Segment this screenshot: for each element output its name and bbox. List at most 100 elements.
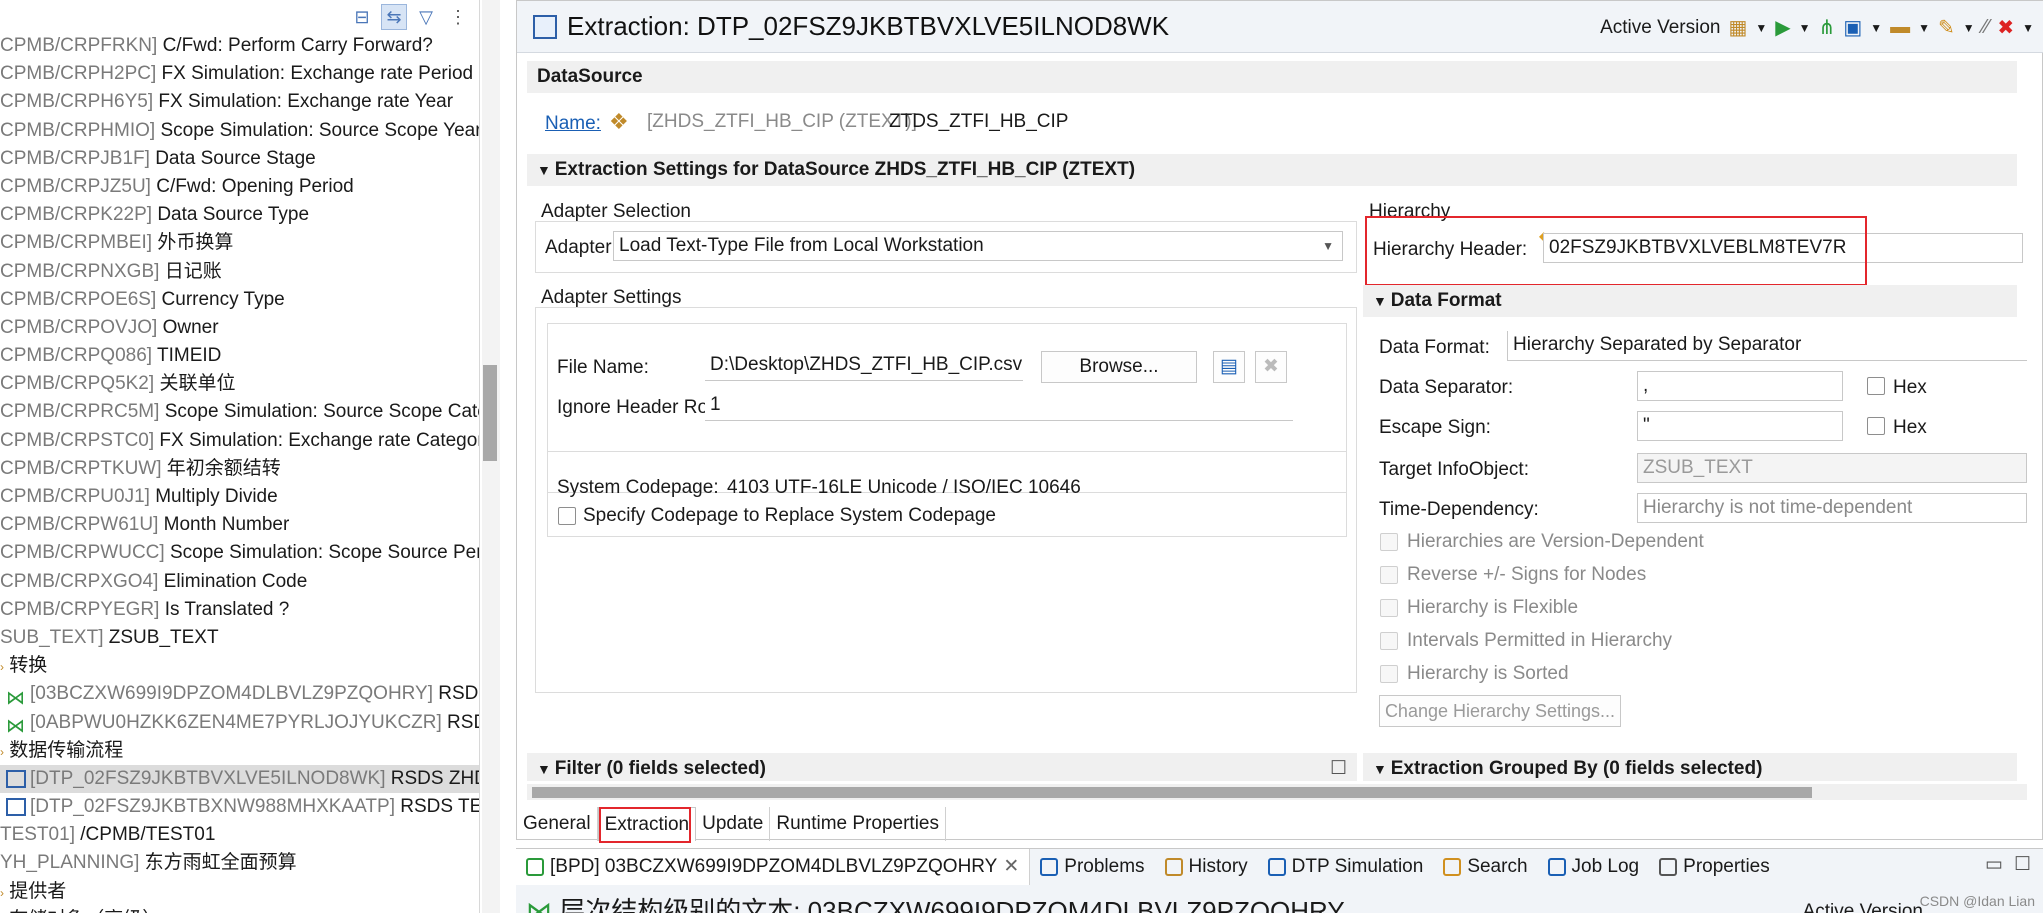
- grouped-by-title: Extraction Grouped By (0 fields selected…: [1390, 758, 1763, 779]
- data-format-input[interactable]: Hierarchy Separated by Separator: [1507, 331, 2027, 361]
- bottom-tab-simulation[interactable]: DTP Simulation: [1258, 849, 1434, 885]
- tree-item[interactable]: CPMB/CRPRC5M] Scope Simulation: Source S…: [0, 398, 479, 426]
- file-detail-icon[interactable]: ▤: [1213, 351, 1245, 383]
- bottom-tab-history[interactable]: History: [1155, 849, 1258, 885]
- tree-scrollbar[interactable]: [482, 0, 500, 913]
- escape-hex-checkbox[interactable]: [1867, 417, 1885, 435]
- editor-toolbar: Active Version ▦ ▼ ▶ ▼ ⋔ ▣ ▼ ▬ ▼ ✎ ▼ ⁄⁄ ✖ ▼: [1600, 15, 2034, 40]
- clear-icon[interactable]: ✖: [1255, 351, 1287, 383]
- tree-item-label: Multiply Divide: [155, 486, 278, 507]
- ignore-header-input[interactable]: 1: [705, 391, 1293, 421]
- tree-item[interactable]: ⋈[0ABPWU0HZKK6ZEN4ME7PYRLJOJYUKCZR] RSDS…: [0, 709, 479, 737]
- bottom-tab-search[interactable]: Search: [1433, 849, 1537, 885]
- file-name-input[interactable]: D:\Desktop\ZHDS_ZTFI_HB_CIP.csv: [705, 351, 1023, 381]
- intervals-label: Intervals Permitted in Hierarchy: [1407, 630, 1673, 651]
- watermark: CSDN @Idan Lian: [1919, 893, 2035, 909]
- delete-icon[interactable]: ✖: [1997, 15, 2014, 40]
- version-icon[interactable]: ▦: [1728, 15, 1747, 40]
- tree-item-key: CPMB/CRPTKUW]: [0, 457, 162, 479]
- data-separator-input[interactable]: ,: [1637, 371, 1843, 401]
- tree-item[interactable]: CPMB/CRPH6Y5] FX Simulation: Exchange ra…: [0, 88, 479, 116]
- specify-codepage-checkbox[interactable]: [558, 507, 576, 525]
- wrench-icon[interactable]: ✎: [1938, 15, 1955, 40]
- datasource-name-link[interactable]: Name:: [545, 113, 601, 135]
- collapse-all-icon[interactable]: ⊟: [349, 4, 375, 30]
- tree-item[interactable]: YH_PLANNING] 东方雨虹全面预算: [0, 849, 479, 877]
- monitor-icon[interactable]: ▣: [1843, 15, 1862, 40]
- maximize-icon[interactable]: ☐: [1330, 753, 1347, 781]
- tree-item[interactable]: [DTP_02FSZ9JKBTBXNW988MHXKAATP] RSDS TEX…: [0, 793, 479, 821]
- tree-item-key: CPMB/CRPOVJO]: [0, 316, 158, 338]
- tree-item[interactable]: CPMB/CRPJB1F] Data Source Stage: [0, 145, 479, 173]
- link-editor-icon[interactable]: ⇆: [381, 4, 407, 30]
- tree-item[interactable]: CPMB/CRPQ5K2] 关联单位: [0, 370, 479, 398]
- execute-icon[interactable]: ▶: [1775, 15, 1790, 40]
- tree-item[interactable]: CPMB/CRPOE6S] Currency Type: [0, 286, 479, 314]
- tree-scroll-thumb[interactable]: [483, 365, 497, 461]
- tree-item-key: CPMB/CRPQ086]: [0, 345, 153, 367]
- escape-sign-label: Escape Sign:: [1379, 417, 1491, 438]
- time-dependency-input: Hierarchy is not time-dependent: [1637, 493, 2027, 523]
- tree-item[interactable]: › 转换: [0, 652, 479, 680]
- tree-item[interactable]: › 数据传输流程: [0, 737, 479, 765]
- tree-item[interactable]: CPMB/CRPYEGR] Is Translated ?: [0, 596, 479, 624]
- tab-general[interactable]: General: [517, 807, 598, 841]
- transformation-icon: ⋈: [6, 688, 25, 709]
- bpd-icon: [526, 858, 544, 876]
- transport-icon[interactable]: ▬: [1890, 16, 1910, 39]
- view-menu-icon[interactable]: ⋮: [445, 4, 471, 30]
- check-icon[interactable]: ⁄⁄: [1983, 16, 1990, 39]
- tree-item[interactable]: ⋈[03BCZXW699I9DPZOM4DLBVLZ9PZQOHRY] RSDS…: [0, 680, 479, 709]
- tree-item[interactable]: CPMB/CRPFRKN] C/Fwd: Perform Carry Forwa…: [0, 32, 479, 60]
- tree-item[interactable]: CPMB/CRPW61U] Month Number: [0, 511, 479, 539]
- data-format-section[interactable]: ▼ Data Format: [1363, 285, 2017, 317]
- tree-item-key: CPMB/CRPHMIO]: [0, 119, 156, 141]
- tree-item[interactable]: CPMB/CRPJZ5U] C/Fwd: Opening Period: [0, 173, 479, 201]
- editor-hscroll-thumb[interactable]: [532, 787, 1812, 798]
- bottom-tab-properties[interactable]: Properties: [1649, 849, 1780, 885]
- grouped-by-section[interactable]: ▼ Extraction Grouped By (0 fields select…: [1363, 753, 2017, 781]
- tree-item-label: Scope Simulation: Scope Source Period: [169, 542, 480, 564]
- tree-item[interactable]: [DTP_02FSZ9JKBTBVXLVE5ILNOD8WK] RSDS ZHD…: [0, 764, 479, 794]
- tree-item[interactable]: CPMB/CRPNXGB] 日记账: [0, 258, 479, 286]
- tree-item[interactable]: › 存储对象（高级）: [0, 906, 479, 913]
- tree-item[interactable]: CPMB/CRPOVJO] Owner: [0, 314, 479, 342]
- tree-item-key: CPMB/CRPH6Y5]: [0, 91, 154, 113]
- close-icon[interactable]: ✕: [1003, 849, 1019, 885]
- tree-item[interactable]: CPMB/CRPU0J1] Multiply Divide: [0, 483, 479, 511]
- tree-item[interactable]: CPMB/CRPH2PC] FX Simulation: Exchange ra…: [0, 60, 479, 88]
- tree-item-label: Elimination Code: [163, 570, 308, 592]
- filter-section[interactable]: ▼ Filter (0 fields selected) ☐: [527, 753, 1357, 781]
- bottom-tab-bpd[interactable]: [BPD] 03BCZXW699I9DPZOM4DLBVLZ9PZQOHRY ✕: [516, 849, 1031, 885]
- tree-item[interactable]: › 提供者: [0, 878, 479, 906]
- dataflow-icon[interactable]: ⋔: [1819, 15, 1836, 40]
- tree-item[interactable]: CPMB/CRPHMIO] Scope Simulation: Source S…: [0, 117, 479, 145]
- tree-item[interactable]: CPMB/CRPSTC0] FX Simulation: Exchange ra…: [0, 427, 479, 455]
- editor-hscrollbar[interactable]: [527, 784, 2027, 800]
- minimize-icon[interactable]: ▭: [1985, 853, 2003, 876]
- editor-title: Extraction: DTP_02FSZ9JKBTBVXLVE5ILNOD8W…: [567, 11, 1170, 41]
- tree-item[interactable]: SUB_TEXT] ZSUB_TEXT: [0, 624, 479, 652]
- extraction-settings-section[interactable]: ▼ Extraction Settings for DataSource ZHD…: [527, 154, 2017, 186]
- maximize-icon[interactable]: ☐: [2014, 853, 2031, 876]
- tree-item[interactable]: CPMB/CRPWUCC] Scope Simulation: Scope So…: [0, 539, 480, 567]
- tree-item[interactable]: TEST01] /CPMB/TEST01: [0, 821, 479, 849]
- escape-sign-input[interactable]: ": [1637, 411, 1843, 441]
- tree-item[interactable]: CPMB/CRPXGO4] Elimination Code: [0, 568, 479, 596]
- tree-item[interactable]: CPMB/CRPK22P] Data Source Type: [0, 201, 479, 229]
- tab-runtime-properties[interactable]: Runtime Properties: [770, 807, 946, 841]
- version-label: Active Version: [1600, 16, 1721, 38]
- tree-item[interactable]: CPMB/CRPQ086] TIMEID: [0, 342, 479, 370]
- browse-button[interactable]: Browse...: [1041, 351, 1197, 383]
- tree-item[interactable]: CPMB/CRPMBEI] 外币换算: [0, 229, 479, 257]
- adapter-select[interactable]: Load Text-Type File from Local Workstati…: [613, 231, 1343, 261]
- datasource-value: ZTDS_ZTFI_HB_CIP: [889, 111, 1069, 132]
- bottom-tab-problems[interactable]: Problems: [1030, 849, 1154, 885]
- tree-item[interactable]: CPMB/CRPTKUW] 年初余额结转: [0, 455, 479, 483]
- expand-icon: ▼: [537, 761, 555, 777]
- filter-icon[interactable]: ▽: [413, 4, 439, 30]
- bottom-tab-job-log[interactable]: Job Log: [1538, 849, 1650, 885]
- tab-update[interactable]: Update: [696, 807, 771, 841]
- flexible-label: Hierarchy is Flexible: [1407, 597, 1579, 618]
- separator-hex-checkbox[interactable]: [1867, 377, 1885, 395]
